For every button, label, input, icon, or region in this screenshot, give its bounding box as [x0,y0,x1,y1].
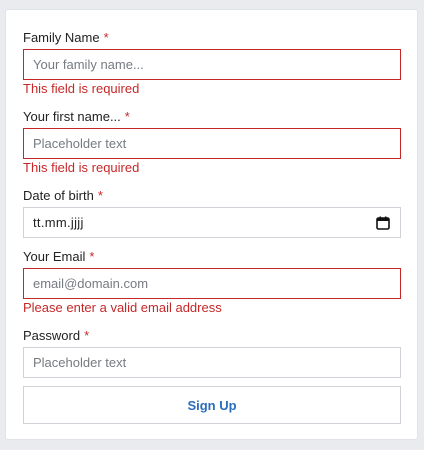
required-mark: * [97,188,103,203]
family-name-error: This field is required [23,81,140,96]
required-mark: * [89,249,95,264]
family-name-label-text: Family Name [23,30,100,45]
first-name-label-text: Your first name... [23,109,121,124]
date-of-birth-value: tt.mm.jjjj [33,215,84,230]
email-placeholder: email@domain.com [33,276,149,291]
password-placeholder: Placeholder text [33,355,127,370]
family-name-placeholder: Your family name... [33,57,144,72]
email-label-text: Your Email [23,249,86,264]
sign-up-button[interactable]: Sign Up [23,386,401,424]
email-label: Your Email * [23,249,94,265]
required-mark: * [103,30,109,45]
first-name-label: Your first name... * [23,109,130,125]
date-of-birth-field[interactable]: tt.mm.jjjj [23,207,401,238]
password-label: Password * [23,328,89,344]
required-mark: * [84,328,90,343]
password-label-text: Password [23,328,81,343]
family-name-field[interactable]: Your family name... [23,49,401,80]
date-of-birth-label: Date of birth * [23,188,103,204]
date-of-birth-label-text: Date of birth [23,188,94,203]
required-mark: * [124,109,130,124]
email-field[interactable]: email@domain.com [23,268,401,299]
password-field[interactable]: Placeholder text [23,347,401,378]
first-name-error: This field is required [23,160,140,175]
family-name-label: Family Name * [23,30,109,46]
signup-card: Family Name * Your family name... This fi… [5,9,418,440]
first-name-field[interactable]: Placeholder text [23,128,401,159]
first-name-placeholder: Placeholder text [33,136,127,151]
email-error: Please enter a valid email address [23,300,222,315]
calendar-icon[interactable] [376,216,390,230]
